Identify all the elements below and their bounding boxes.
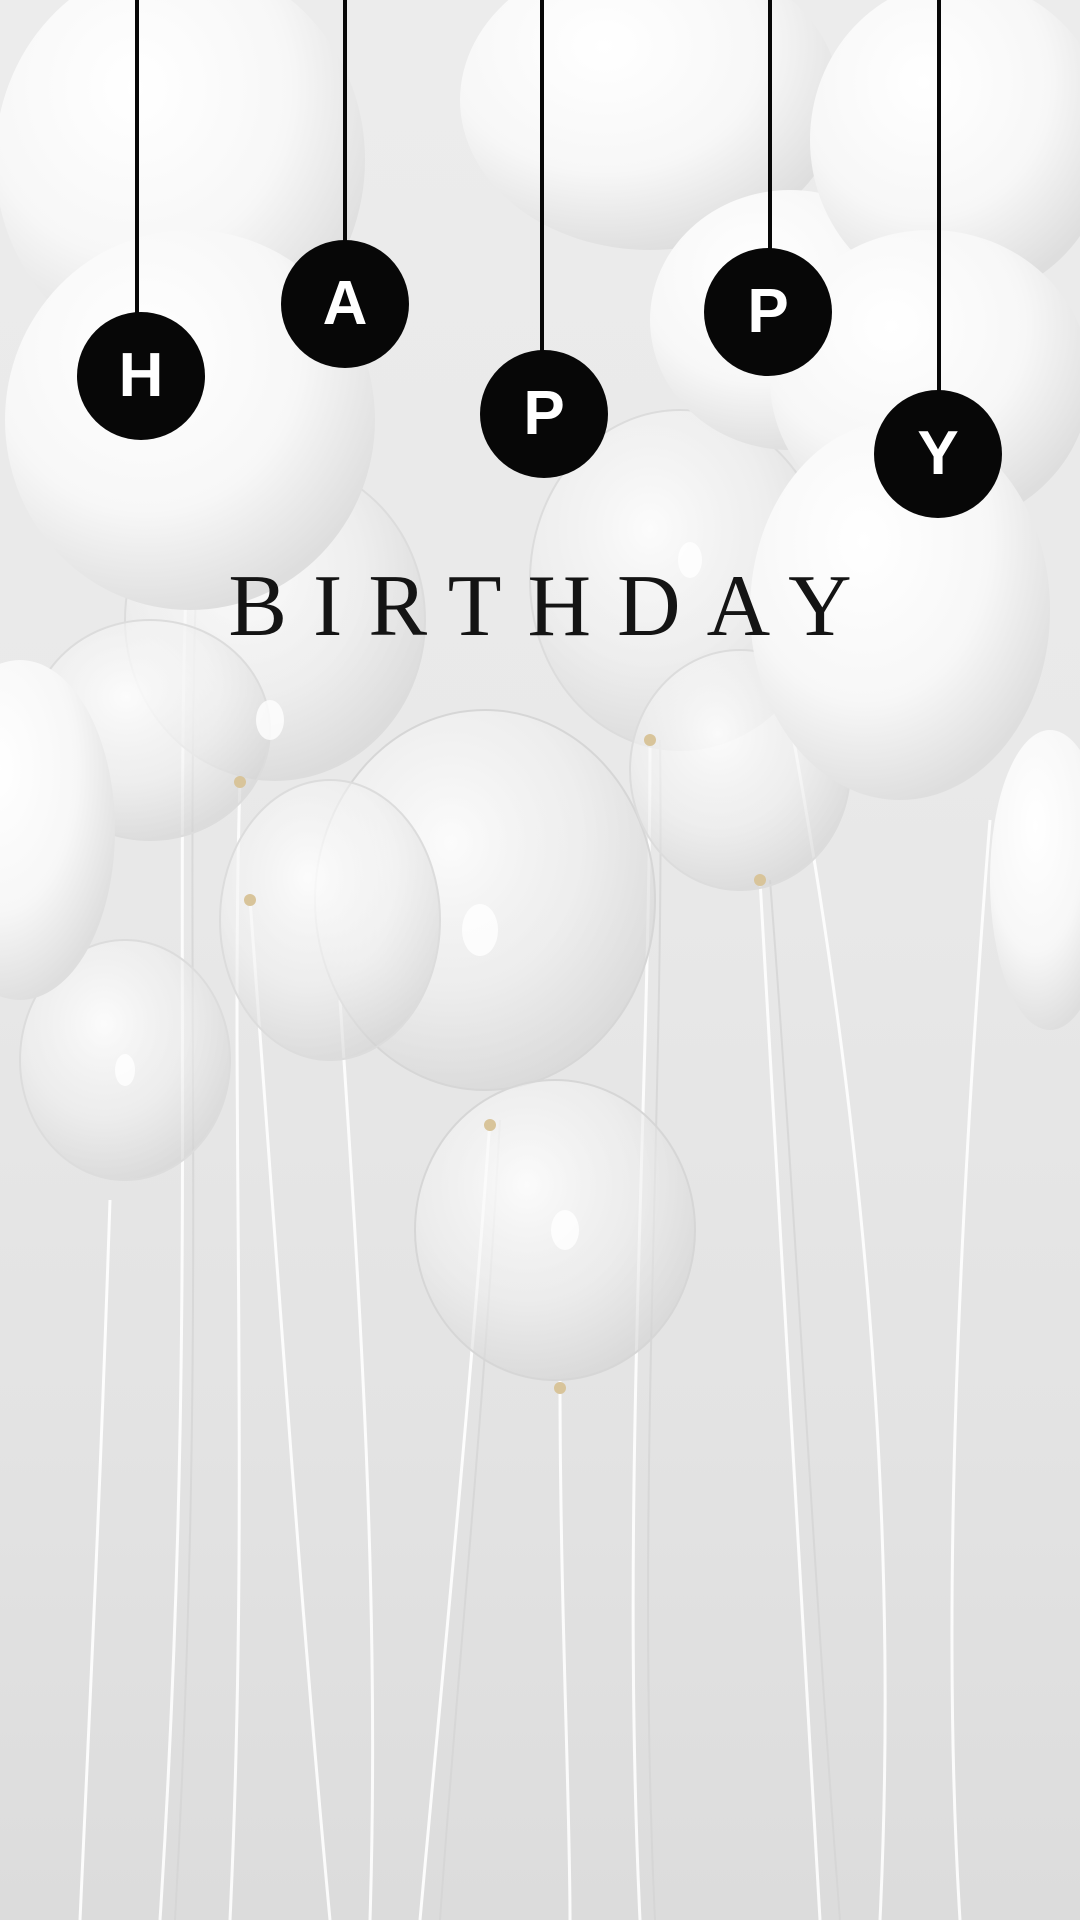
letter-p-second: P bbox=[747, 277, 789, 346]
letter-p-first: P bbox=[523, 379, 565, 448]
birthday-card: H A P P Y BIRTHDAY bbox=[0, 0, 1080, 1920]
hanging-string-p1 bbox=[540, 0, 544, 360]
letter-disc-h: H bbox=[77, 312, 205, 440]
letter-disc-p-first: P bbox=[480, 350, 608, 478]
letter-disc-y: Y bbox=[874, 390, 1002, 518]
letter-disc-a: A bbox=[281, 240, 409, 368]
letter-h: H bbox=[118, 341, 164, 410]
birthday-title: BIRTHDAY bbox=[228, 558, 878, 655]
letter-a: A bbox=[322, 269, 368, 338]
letter-y: Y bbox=[917, 419, 959, 488]
hanging-string-y bbox=[937, 0, 941, 400]
hanging-string-p2 bbox=[768, 0, 772, 260]
hanging-string-a bbox=[343, 0, 347, 250]
letter-disc-p-second: P bbox=[704, 248, 832, 376]
hanging-string-h bbox=[135, 0, 139, 320]
